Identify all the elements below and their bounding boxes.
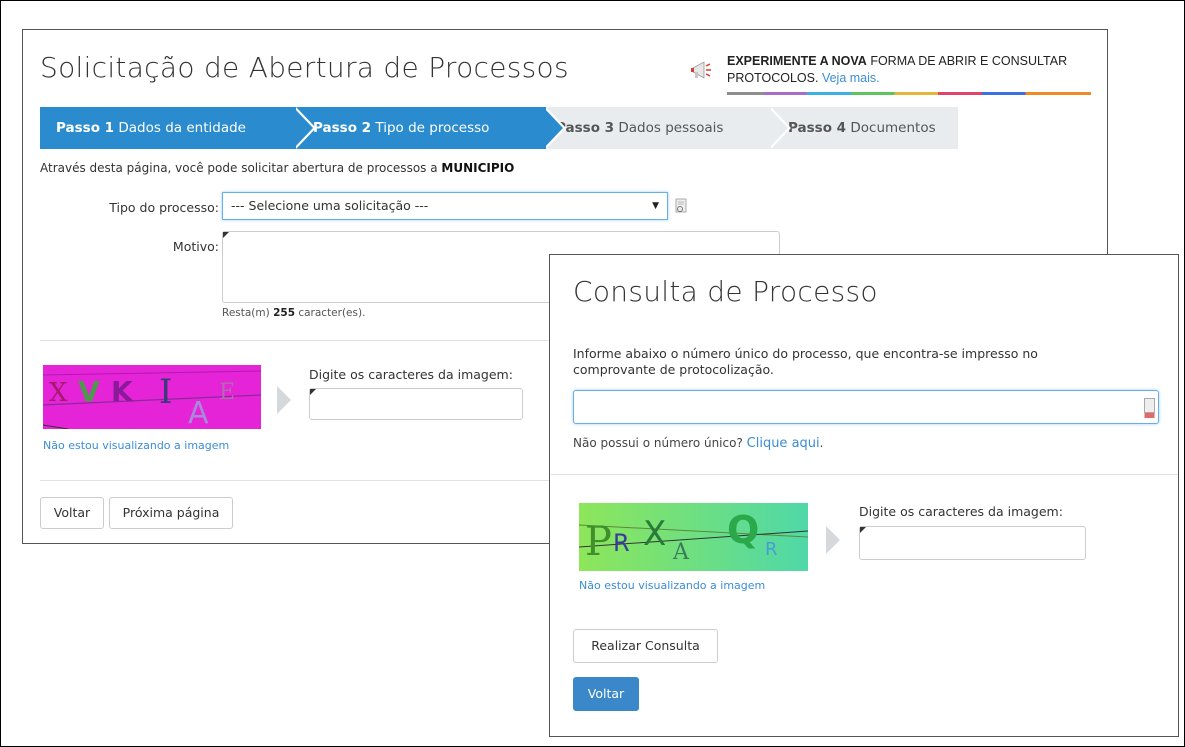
char-counter: Resta(m) 255 caracter(es). <box>222 307 366 319</box>
intro-text: Através desta página, você pode solicita… <box>40 161 515 175</box>
promo-bold: EXPERIMENTE A NOVA <box>727 54 867 68</box>
resize-corner <box>223 232 229 238</box>
step-3[interactable]: Passo 3 Dados pessoais <box>531 107 771 149</box>
process-number-input[interactable] <box>573 390 1159 424</box>
step-wizard: Passo 1 Dados da entidade Passo 2 Tipo d… <box>40 107 958 149</box>
captcha-char: V <box>78 375 100 408</box>
page-title: Solicitação de Abertura de Processos <box>40 51 569 84</box>
arrow-right-icon <box>277 386 291 414</box>
captcha-char: A <box>672 540 690 565</box>
tipo-processo-label: Tipo do processo: <box>109 200 219 215</box>
input-corner <box>310 389 316 395</box>
step-arrow <box>293 107 313 149</box>
step-arrow <box>768 107 788 149</box>
search-button[interactable]: Realizar Consulta <box>573 629 718 663</box>
captcha-help-link[interactable]: Não estou visualizando a imagem <box>43 439 229 452</box>
captcha-char: R <box>765 539 778 560</box>
captcha-char: I <box>159 372 172 412</box>
captcha-char: Q <box>727 508 759 552</box>
captcha-char: E <box>219 380 235 405</box>
divider <box>551 474 1178 475</box>
captcha-char: P <box>585 519 612 565</box>
entity-name: MUNICIPIO <box>441 161 515 175</box>
next-page-button[interactable]: Próxima página <box>109 497 233 529</box>
captcha-label: Digite os caracteres da imagem: <box>309 367 513 382</box>
captcha-help-link[interactable]: Não estou visualizando a imagem <box>579 579 765 592</box>
click-here-link[interactable]: Clique aqui <box>747 436 820 451</box>
no-number-text: Não possui o número único? Clique aqui. <box>573 436 824 451</box>
promo-text: EXPERIMENTE A NOVA FORMA DE ABRIR E CONS… <box>727 53 1091 87</box>
step-arrow <box>543 107 563 149</box>
select-value: --- Selecione uma solicitação --- <box>231 198 429 213</box>
input-corner <box>860 527 866 533</box>
arrow-right-icon <box>826 526 840 554</box>
captcha-image: P R X A Q R <box>579 503 808 571</box>
captcha-char: X <box>49 378 68 408</box>
step-1[interactable]: Passo 1 Dados da entidade <box>40 107 296 149</box>
motivo-label: Motivo: <box>172 239 219 254</box>
captcha-char: A <box>188 396 209 429</box>
captcha-label: Digite os caracteres da imagem: <box>859 504 1063 519</box>
tipo-processo-select[interactable]: --- Selecione uma solicitação --- ▼ <box>222 192 668 220</box>
document-icon <box>1144 398 1155 418</box>
captcha-input[interactable] <box>309 388 523 420</box>
veja-mais-link[interactable]: Veja mais. <box>822 71 880 85</box>
megaphone-icon <box>691 61 711 79</box>
consulta-title: Consulta de Processo <box>573 275 878 308</box>
divider <box>40 340 580 341</box>
caret-down-icon: ▼ <box>652 201 659 211</box>
step-2[interactable]: Passo 2 Tipo de processo <box>280 107 546 149</box>
captcha-input[interactable] <box>859 526 1086 560</box>
rainbow-divider <box>727 92 1091 95</box>
back-button[interactable]: Voltar <box>40 497 104 529</box>
captcha-char: X <box>643 514 666 554</box>
consulta-info: Informe abaixo o número único do process… <box>573 346 1038 377</box>
captcha-image: X V K I A E <box>43 365 261 429</box>
captcha-char: K <box>111 375 134 408</box>
promo-banner: EXPERIMENTE A NOVA FORMA DE ABRIR E CONS… <box>687 50 1091 100</box>
captcha-char: R <box>613 529 630 557</box>
back-button[interactable]: Voltar <box>573 677 639 711</box>
divider <box>40 480 580 481</box>
document-search-icon[interactable] <box>673 198 689 214</box>
consulta-window: Consulta de Processo Informe abaixo o nú… <box>549 254 1179 737</box>
